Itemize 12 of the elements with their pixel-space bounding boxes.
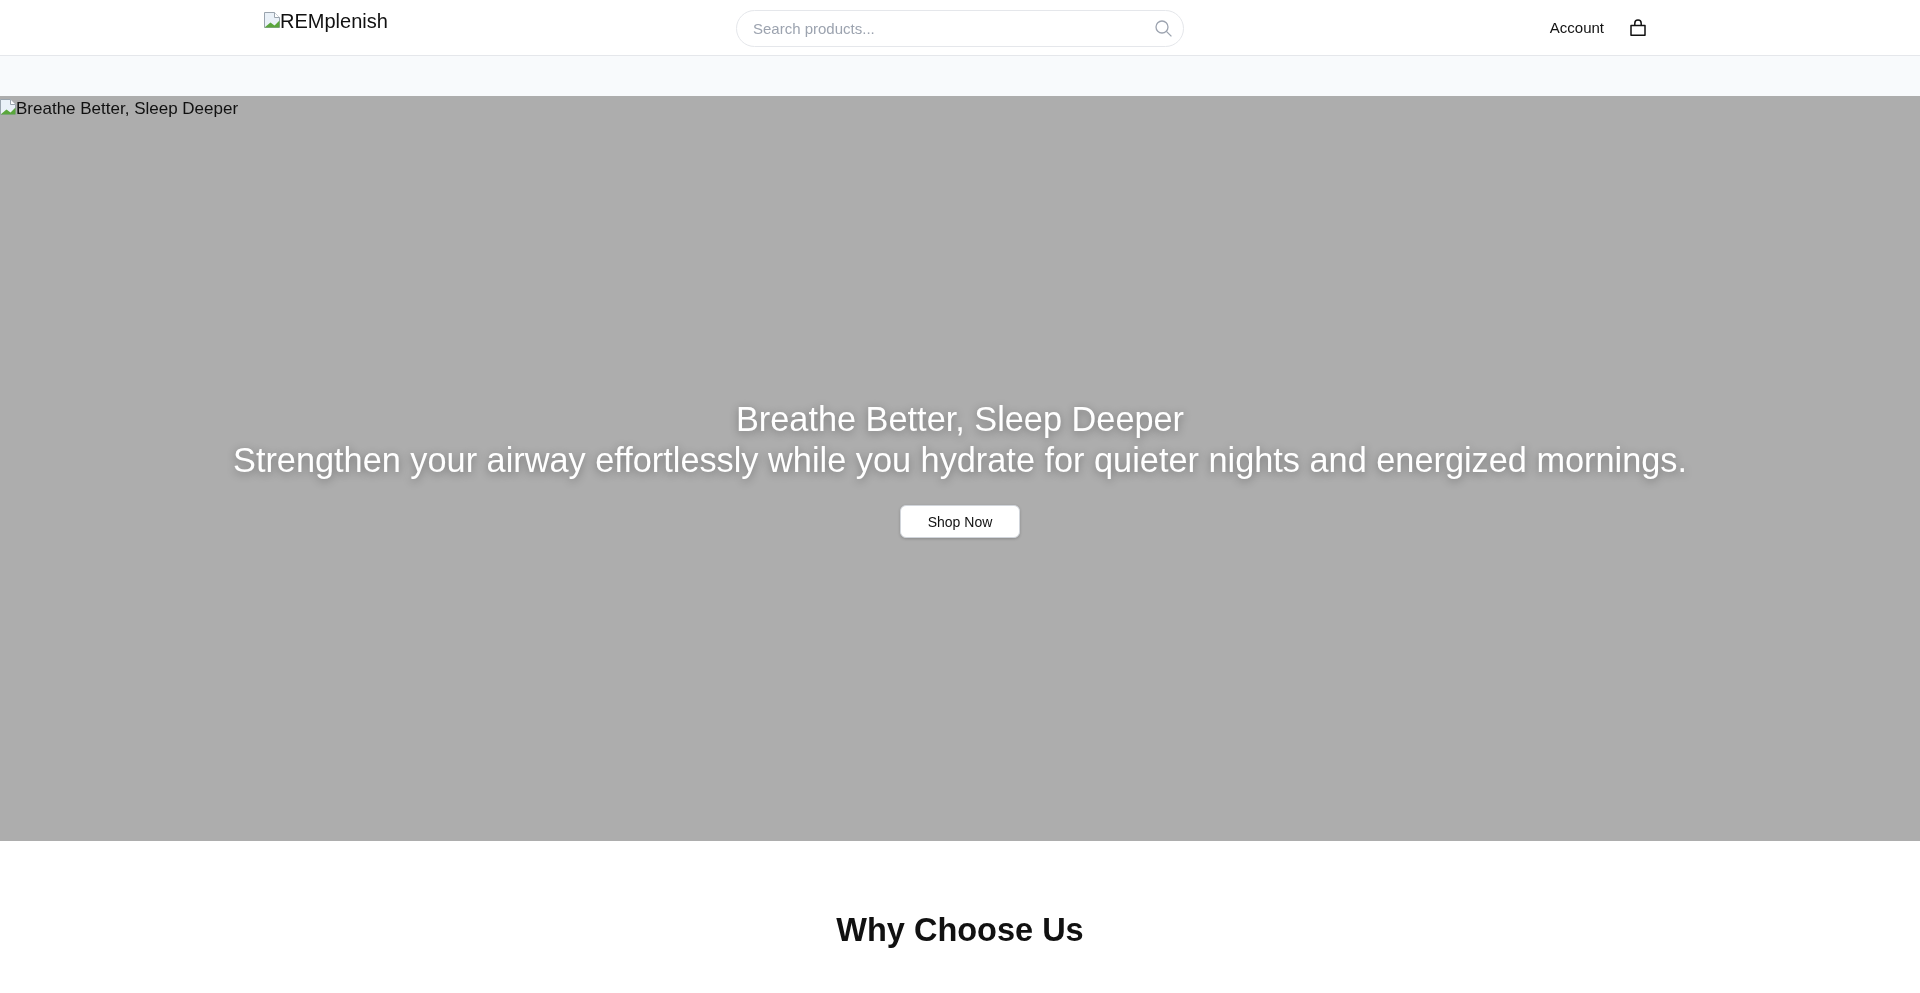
account-link[interactable]: Account	[1549, 19, 1604, 36]
shop-now-button[interactable]: Shop Now	[900, 505, 1020, 538]
shopping-bag-icon	[1630, 19, 1646, 36]
hero-subtitle: Strengthen your airway effortlessly while you hydrate for quieter nights and energized mornings.	[233, 440, 1687, 481]
broken-image-icon	[0, 99, 16, 115]
hero-title: Breathe Better, Sleep Deeper	[735, 399, 1185, 439]
hero-image-alt-text: Breathe Better, Sleep Deeper	[16, 99, 239, 119]
search-field[interactable]: Search products...	[736, 9, 1184, 47]
section-heading: Why Choose Us	[836, 911, 1084, 950]
broken-image-icon	[264, 12, 280, 28]
logo-link[interactable]: REMplenish	[264, 12, 388, 31]
cart-button[interactable]	[1630, 19, 1646, 36]
